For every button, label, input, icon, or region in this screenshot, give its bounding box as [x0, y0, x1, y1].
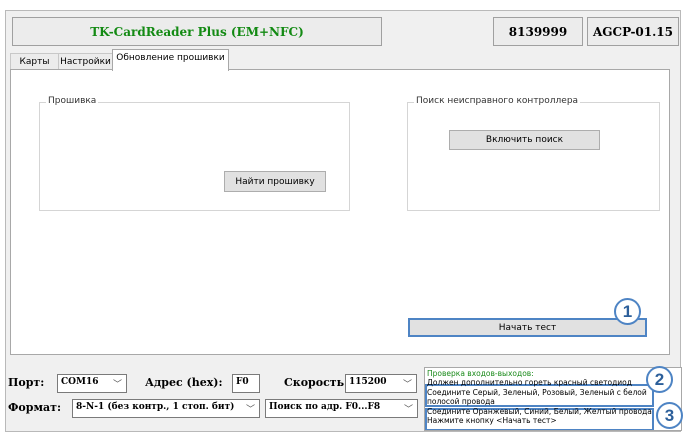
enable-search-button[interactable]: Включить поиск: [449, 130, 600, 150]
search-mode-value: Поиск по адр. F0...F8: [269, 402, 381, 412]
find-firmware-button[interactable]: Найти прошивку: [224, 171, 326, 192]
log-line: Нажмите кнопку <Начать тест>: [427, 416, 557, 425]
chevron-down-icon: ﹀: [402, 380, 412, 390]
search-group-title: Поиск неисправного контроллера: [414, 96, 581, 106]
faulty-controller-search-group: Поиск неисправного контроллера Включить …: [407, 96, 660, 211]
callout-3: 3: [656, 402, 683, 429]
log-line: Соедините Серый, Зеленый, Розовый, Зелен…: [427, 387, 647, 397]
format-select[interactable]: 8-N-1 (без контр., 1 стоп. бит) ﹀: [72, 399, 260, 418]
serial-number: 8139999: [493, 17, 583, 46]
address-input[interactable]: F0: [232, 374, 260, 393]
log-line: Должен дополнительно гореть красный свет…: [427, 378, 632, 388]
callout-2: 2: [646, 366, 673, 393]
chevron-down-icon: ﹀: [403, 405, 413, 415]
port-select[interactable]: COM16 ﹀: [57, 374, 127, 393]
test-log: Проверка входов-выходов: Должен дополните…: [424, 367, 682, 431]
tab-firmware-update[interactable]: Обновление прошивки: [112, 49, 229, 71]
chevron-down-icon: ﹀: [112, 380, 122, 390]
port-value: COM16: [61, 377, 99, 387]
firmware-group: Прошивка Найти прошивку: [39, 96, 350, 211]
log-line: Проверка входов-выходов:: [427, 369, 534, 378]
speed-select[interactable]: 115200 ﹀: [345, 374, 417, 393]
app-title: TK-CardReader Plus (EM+NFC): [12, 17, 382, 46]
chevron-down-icon: ﹀: [245, 405, 255, 415]
start-test-button[interactable]: Начать тест: [408, 318, 647, 337]
callout-1: 1: [614, 298, 641, 325]
speed-value: 115200: [349, 377, 387, 387]
search-mode-select[interactable]: Поиск по адр. F0...F8 ﹀: [265, 399, 418, 418]
firmware-version: AGCP-01.15: [587, 17, 679, 46]
firmware-update-panel: Прошивка Найти прошивку Поиск неисправно…: [10, 69, 670, 355]
firmware-group-title: Прошивка: [46, 96, 99, 106]
log-line: Соедините Оранжевый, Синий, Белый, Желты…: [427, 406, 652, 416]
log-line: полосой провода: [427, 397, 495, 407]
format-value: 8-N-1 (без контр., 1 стоп. бит): [76, 402, 235, 412]
